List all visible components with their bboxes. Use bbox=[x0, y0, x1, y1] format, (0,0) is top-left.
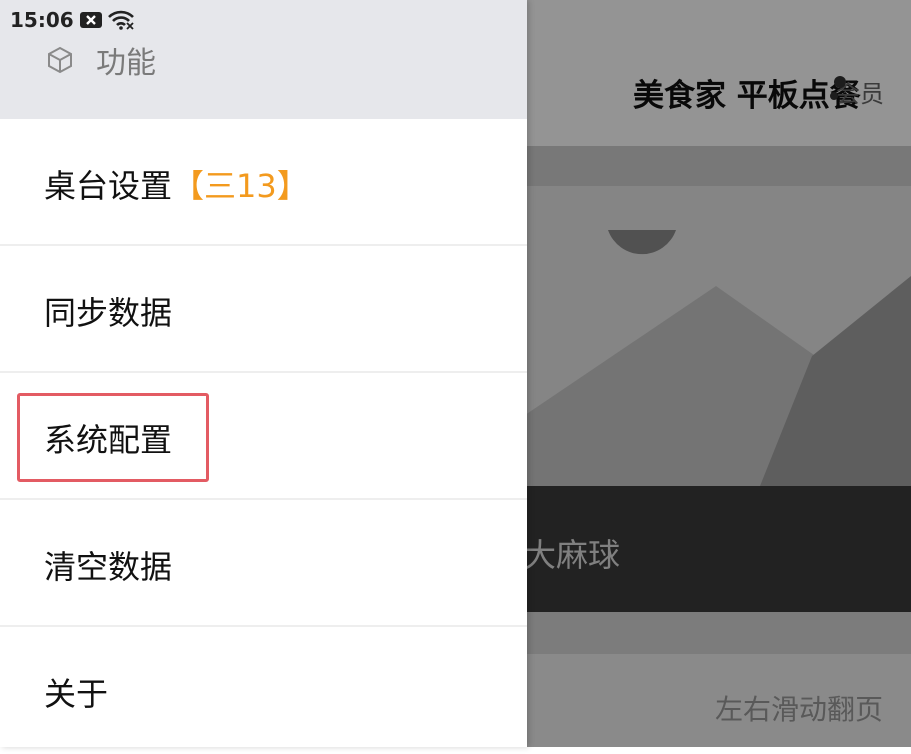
table-number-badge: 【三13】 bbox=[172, 167, 309, 205]
notification-x-icon bbox=[79, 12, 102, 28]
wifi-icon bbox=[107, 10, 134, 30]
status-time: 15:06 bbox=[10, 8, 74, 32]
menu-item-label: 同步数据 bbox=[44, 294, 173, 332]
cube-icon bbox=[48, 46, 72, 74]
table-settings-label: 桌台设置 bbox=[44, 167, 173, 205]
menu-item-system-config[interactable]: 系统配置 bbox=[0, 373, 527, 500]
menu-item-label: 系统配置 bbox=[44, 421, 173, 459]
menu-item-label: 桌台设置【三13】 bbox=[44, 161, 309, 207]
drawer-header-title: 功能 bbox=[96, 46, 156, 81]
menu-item-about[interactable]: 关于 bbox=[0, 627, 527, 754]
drawer-header-row: 功能 bbox=[44, 40, 156, 81]
menu-item-clear-data[interactable]: 清空数据 bbox=[0, 500, 527, 627]
menu-item-label: 清空数据 bbox=[44, 548, 173, 586]
drawer-menu: 桌台设置【三13】 同步数据 系统配置 清空数据 关于 bbox=[0, 119, 527, 754]
menu-item-table-settings[interactable]: 桌台设置【三13】 bbox=[0, 119, 527, 246]
drawer-header: 15:06 功能 bbox=[0, 0, 527, 119]
menu-item-label: 关于 bbox=[44, 675, 109, 713]
status-bar: 15:06 bbox=[10, 6, 134, 34]
menu-item-sync-data[interactable]: 同步数据 bbox=[0, 246, 527, 373]
navigation-drawer: 15:06 功能 桌台设置【三13】 同步数据 系统配置 清空数据 关于 bbox=[0, 0, 527, 747]
